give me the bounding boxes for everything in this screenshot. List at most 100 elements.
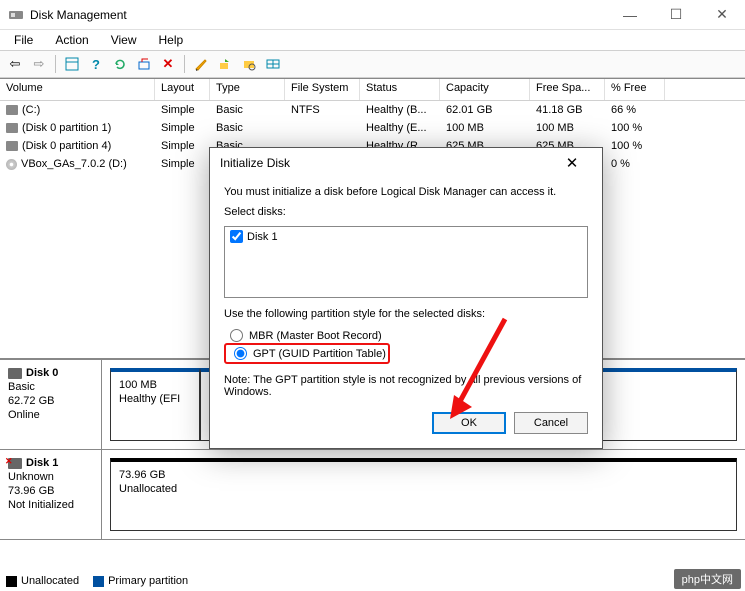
partition-box[interactable]: 100 MBHealthy (EFI [110,368,200,441]
cell-pct: 66 % [605,103,665,117]
toolbar-separator [184,55,185,73]
menu-action[interactable]: Action [45,31,98,49]
cell-layout: Simple [155,139,210,153]
disk1-label: Disk 1 [247,231,278,243]
cell-fs [285,127,360,129]
gpt-radio[interactable] [234,347,247,360]
cell-free: 100 MB [530,121,605,135]
watermark: php中文网 [674,569,741,589]
cell-fs: NTFS [285,103,360,117]
partition-box[interactable]: 73.96 GBUnallocated [110,458,737,531]
cell-free: 41.18 GB [530,103,605,117]
col-capacity[interactable]: Capacity [440,79,530,100]
cell-pct: 100 % [605,121,665,135]
minimize-button[interactable]: — [607,0,653,30]
cell-type: Basic [210,121,285,135]
toolbar: ⇦ ⇨ ? ✕ [0,50,745,78]
volume-row[interactable]: (Disk 0 partition 1)SimpleBasic Healthy (… [0,119,745,137]
toolbar-detach-icon[interactable] [133,53,155,75]
col-filesystem[interactable]: File System [285,79,360,100]
window-title: Disk Management [30,8,607,22]
toolbar-list-icon[interactable] [238,53,260,75]
cell-layout: Simple [155,121,210,135]
cell-volume: (Disk 0 partition 4) [0,139,155,153]
menu-bar: File Action View Help [0,30,745,50]
dialog-close-button[interactable]: ✕ [552,154,592,172]
mbr-radio[interactable] [230,329,243,342]
volume-header: Volume Layout Type File System Status Ca… [0,79,745,101]
maximize-button[interactable]: ☐ [653,0,699,30]
disk-checkbox-row[interactable]: Disk 1 [230,230,582,243]
toolbar-help-icon[interactable]: ? [85,53,107,75]
cell-pct: 100 % [605,139,665,153]
title-bar: Disk Management — ☐ ✕ [0,0,745,30]
col-type[interactable]: Type [210,79,285,100]
cell-pct: 0 % [605,157,665,171]
menu-view[interactable]: View [101,31,147,49]
col-layout[interactable]: Layout [155,79,210,100]
col-pct-free[interactable]: % Free [605,79,665,100]
toolbar-grid-icon[interactable] [262,53,284,75]
nav-forward-button[interactable]: ⇨ [28,53,50,75]
dialog-body: You must initialize a disk before Logica… [210,178,602,448]
toolbar-refresh-icon[interactable] [109,53,131,75]
col-free[interactable]: Free Spa... [530,79,605,100]
col-volume[interactable]: Volume [0,79,155,100]
cell-status: Healthy (B... [360,103,440,117]
gpt-highlight: GPT (GUID Partition Table) [224,343,390,364]
cancel-button[interactable]: Cancel [514,412,588,434]
cell-capacity: 62.01 GB [440,103,530,117]
legend: Unallocated Primary partition [6,575,188,587]
toolbar-separator [55,55,56,73]
cell-type: Basic [210,103,285,117]
select-disks-label: Select disks: [224,206,588,218]
dialog-buttons: OK Cancel [224,412,588,434]
close-button[interactable]: ✕ [699,0,745,30]
disk-info: Disk 0Basic62.72 GBOnline [0,360,102,449]
dialog-note: Note: The GPT partition style is not rec… [224,374,588,398]
window-controls: — ☐ ✕ [607,0,745,30]
cell-status: Healthy (E... [360,121,440,135]
col-status[interactable]: Status [360,79,440,100]
legend-swatch [6,576,17,587]
gpt-option-row[interactable]: GPT (GUID Partition Table) [228,346,386,361]
ok-button[interactable]: OK [432,412,506,434]
legend-primary: Primary partition [93,575,188,587]
disk-row[interactable]: Disk 1Unknown73.96 GBNot Initialized73.9… [0,450,745,540]
toolbar-properties-icon[interactable] [190,53,212,75]
optical-disc-icon [6,159,17,170]
cell-volume: (Disk 0 partition 1) [0,121,155,135]
dialog-titlebar: Initialize Disk ✕ [210,148,602,178]
cell-capacity: 100 MB [440,121,530,135]
disk-icon [8,458,22,469]
cell-layout: Simple [155,157,210,171]
disk-select-list[interactable]: Disk 1 [224,226,588,298]
disk-partitions: 73.96 GBUnallocated [102,450,745,539]
toolbar-delete-icon[interactable]: ✕ [157,53,179,75]
cell-volume: VBox_GAs_7.0.2 (D:) [0,157,155,171]
disk-icon [8,368,22,379]
toolbar-extend-icon[interactable] [214,53,236,75]
dialog-title: Initialize Disk [220,156,290,170]
mbr-option-row[interactable]: MBR (Master Boot Record) [224,328,588,343]
legend-swatch [93,576,104,587]
menu-file[interactable]: File [4,31,43,49]
disk-info: Disk 1Unknown73.96 GBNot Initialized [0,450,102,539]
cell-layout: Simple [155,103,210,117]
menu-help[interactable]: Help [149,31,194,49]
drive-icon [6,105,18,115]
disk1-checkbox[interactable] [230,230,243,243]
dialog-intro: You must initialize a disk before Logica… [224,186,588,198]
mbr-label: MBR (Master Boot Record) [249,330,382,342]
drive-icon [6,123,18,133]
gpt-label: GPT (GUID Partition Table) [253,348,386,360]
app-icon [8,7,24,23]
volume-row[interactable]: (C:)SimpleBasicNTFSHealthy (B...62.01 GB… [0,101,745,119]
partition-style-label: Use the following partition style for th… [224,308,588,320]
cell-volume: (C:) [0,103,155,117]
initialize-disk-dialog: Initialize Disk ✕ You must initialize a … [209,147,603,449]
legend-unallocated: Unallocated [6,575,79,587]
toolbar-view-icon[interactable] [61,53,83,75]
drive-icon [6,141,18,151]
nav-back-button[interactable]: ⇦ [4,53,26,75]
